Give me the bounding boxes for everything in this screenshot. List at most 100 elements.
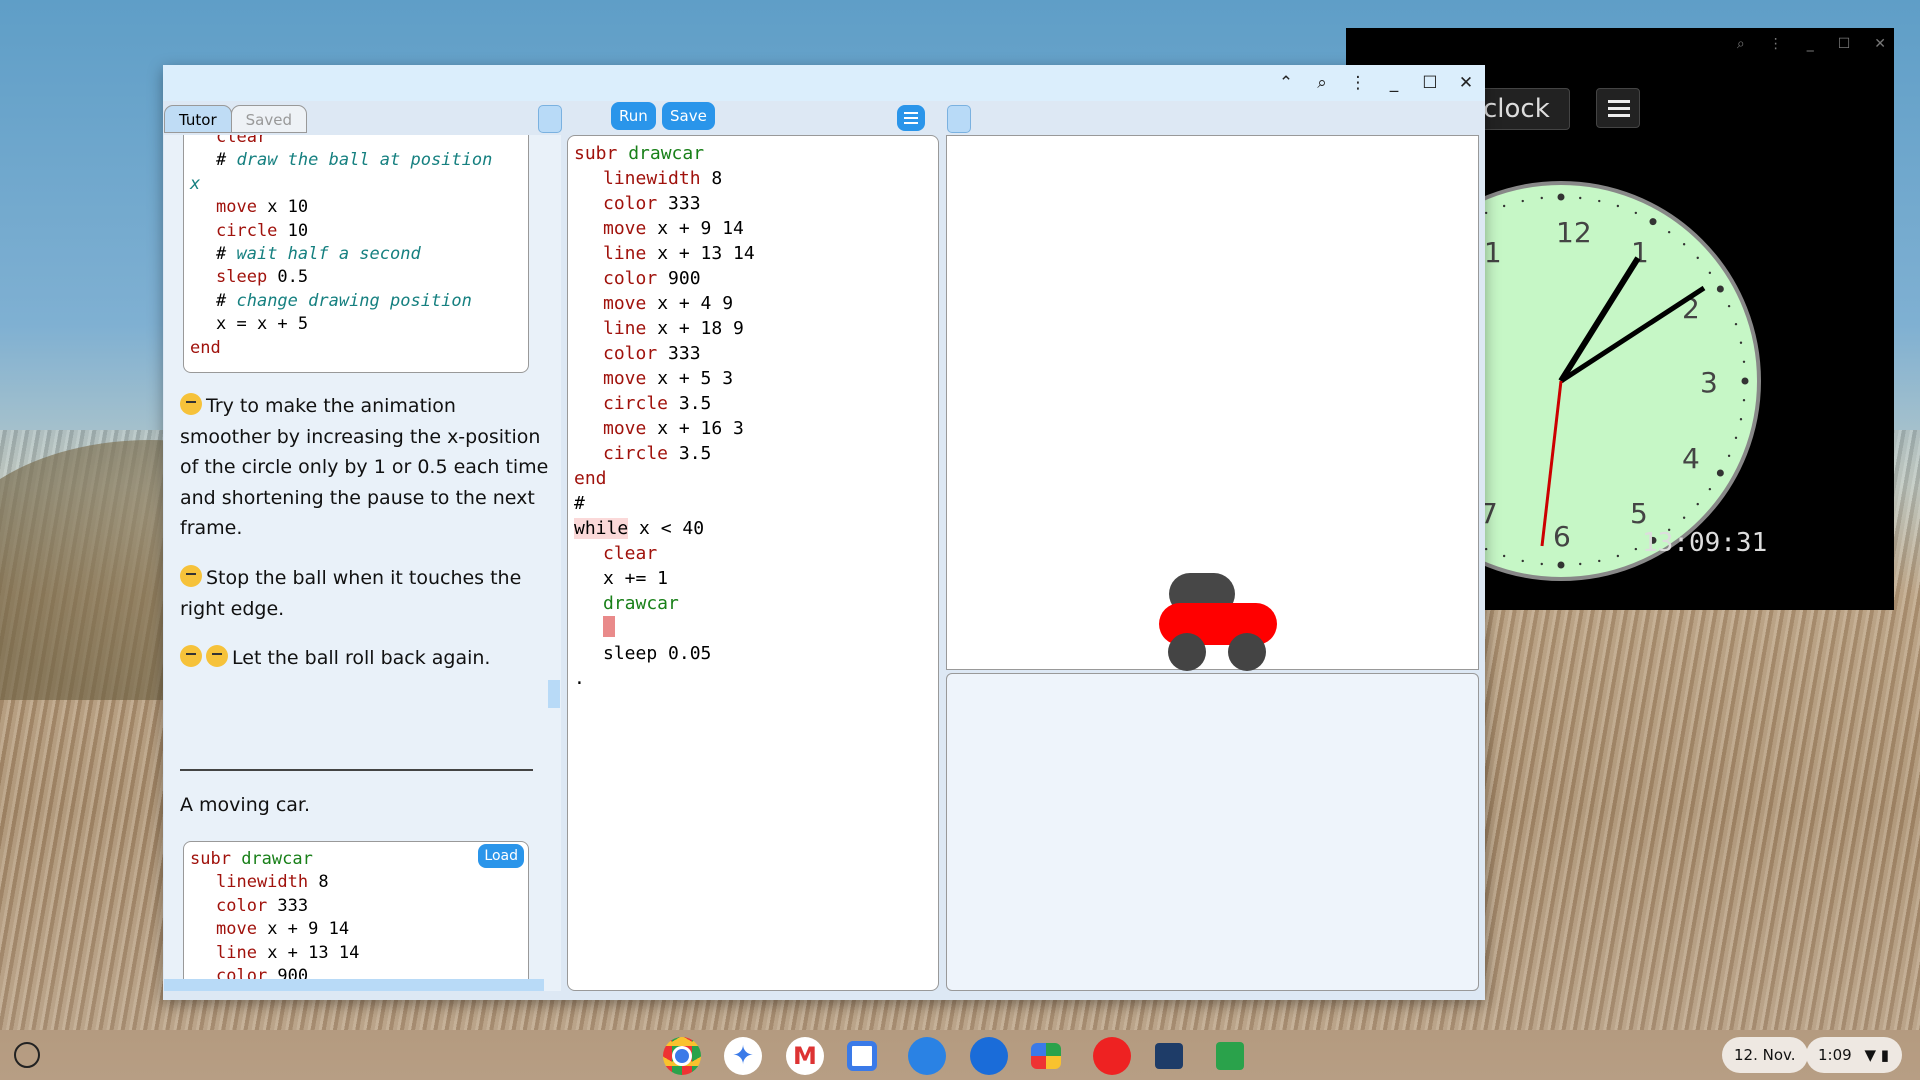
code-comment: # change drawing position: [216, 290, 472, 311]
tutor-paragraph-1: Try to make the animation smoother by in…: [180, 393, 549, 539]
code-line: sleep 0.05: [574, 641, 932, 666]
chevron-up-icon[interactable]: ⌃: [1277, 73, 1295, 93]
code-comment: # wait half a second: [216, 244, 421, 265]
clock-number-4: 4: [1682, 442, 1700, 475]
menu-button[interactable]: [897, 105, 925, 131]
terminal-icon[interactable]: [1155, 1043, 1183, 1069]
code-keyword: move: [603, 293, 647, 314]
clock-tick: [1634, 547, 1638, 551]
clock-tick: [1484, 547, 1488, 551]
calendar-icon[interactable]: [847, 1041, 877, 1071]
hamburger-icon: [904, 112, 918, 124]
clock-tick: [1742, 360, 1746, 363]
code-line: move x + 5 3: [574, 366, 932, 391]
gmail-icon[interactable]: M: [786, 1037, 824, 1075]
code-text: 8: [700, 168, 723, 189]
clock-tick: [1540, 562, 1543, 566]
code-line: move x 10: [190, 196, 522, 219]
car-wheel-right: [1228, 633, 1266, 671]
code-text: x + 4 9: [646, 293, 734, 314]
code-keyword: sleep: [216, 267, 268, 288]
code-line: color 333: [190, 895, 522, 918]
clock-title-button[interactable]: clock: [1472, 88, 1570, 130]
output-pane[interactable]: [946, 673, 1479, 991]
more-icon[interactable]: ⋮: [1349, 73, 1367, 93]
chrome-icon[interactable]: [663, 1037, 701, 1075]
code-keyword: move: [216, 919, 257, 940]
code-text: .: [574, 668, 585, 689]
code-line: color 333: [574, 341, 932, 366]
minimize-icon[interactable]: _: [1385, 73, 1403, 93]
tab-saved[interactable]: Saved: [230, 105, 307, 133]
run-button[interactable]: Run: [611, 102, 656, 130]
clock-menu-button[interactable]: [1596, 88, 1640, 128]
code-keyword: while: [574, 518, 629, 539]
tutor-vertical-scrollbar[interactable]: [548, 680, 560, 708]
section-divider: [180, 769, 533, 771]
maximize-icon[interactable]: ☐: [1838, 36, 1851, 52]
code-line: subr drawcar: [574, 141, 932, 166]
launcher-button[interactable]: [14, 1042, 40, 1068]
clock-tick: [1557, 561, 1565, 569]
code-keyword: line: [603, 318, 647, 339]
code-line: # wait half a second: [190, 243, 522, 266]
clock-tick: [1616, 204, 1620, 208]
code-text: 0.5: [267, 267, 309, 288]
save-button[interactable]: Save: [662, 102, 715, 130]
code-keyword: subr: [574, 143, 618, 164]
clock-tick: [1696, 502, 1699, 506]
code-line: clear: [574, 541, 932, 566]
code-keyword: end: [574, 468, 607, 489]
tutor-pane[interactable]: clear # draw the ball at position x move x …: [164, 135, 561, 991]
more-icon[interactable]: ⋮: [1769, 36, 1783, 52]
wifi-icon: ▼: [1864, 1046, 1877, 1064]
tab-tutor[interactable]: Tutor: [164, 105, 232, 133]
code-keyword: move: [216, 197, 257, 218]
tutor-horizontal-scrollbar[interactable]: [164, 979, 544, 991]
code-text: x + 18 9: [646, 318, 744, 339]
close-icon[interactable]: ✕: [1457, 73, 1475, 93]
messages-icon[interactable]: [970, 1037, 1008, 1075]
code-keyword: line: [216, 942, 257, 963]
zoom-icon[interactable]: ⌕: [1313, 73, 1331, 93]
status-tray[interactable]: 1:09 ▼ ▮: [1806, 1037, 1902, 1073]
code-line: move x + 16 3: [574, 416, 932, 441]
close-icon[interactable]: ✕: [1874, 36, 1886, 52]
maximize-icon[interactable]: ☐: [1421, 73, 1439, 93]
code-text: x + 9 14: [256, 919, 350, 940]
clock-tick: [1716, 469, 1724, 477]
code-line: [574, 616, 932, 641]
code-text: x = x + 5: [216, 314, 309, 335]
clock-tick: [1682, 243, 1686, 246]
tutor-paragraph-2: Stop the ball when it touches the right …: [180, 565, 522, 620]
zoom-icon[interactable]: ⌕: [1737, 36, 1745, 52]
date-display[interactable]: 12. Nov.: [1722, 1037, 1808, 1073]
tutor-toggle-button[interactable]: [538, 105, 562, 133]
code-text: x + 13 14: [646, 243, 755, 264]
code-keyword: circle: [603, 443, 669, 464]
code-subroutine: drawcar: [617, 143, 705, 164]
code-line: move x + 4 9: [574, 291, 932, 316]
code-text: x + 16 3: [646, 418, 744, 439]
code-text: 333: [267, 895, 309, 916]
thinking-emoji-icon: [180, 393, 202, 415]
sheets-icon[interactable]: [1216, 1042, 1244, 1070]
graphics-canvas: [946, 135, 1479, 671]
files-icon[interactable]: [908, 1037, 946, 1075]
clock-tick: [1727, 304, 1731, 308]
canvas-toggle-button[interactable]: [947, 105, 971, 133]
youtube-icon[interactable]: [1093, 1037, 1131, 1075]
gemini-icon[interactable]: ✦: [724, 1037, 762, 1075]
load-button[interactable]: Load: [478, 844, 524, 868]
code-line: linewidth 8: [190, 871, 522, 894]
clock-tick: [1521, 559, 1524, 563]
minimize-icon[interactable]: _: [1807, 36, 1814, 52]
code-editor[interactable]: subr drawcar linewidth 8 color 333 move x +…: [567, 135, 939, 991]
code-keyword: color: [603, 193, 658, 214]
code-line: drawcar: [574, 591, 932, 616]
meet-icon[interactable]: [1031, 1043, 1061, 1069]
clock-tick: [1742, 399, 1746, 402]
clock-tick: [1708, 271, 1712, 275]
clock-tick: [1708, 487, 1712, 491]
code-line: end: [574, 466, 932, 491]
